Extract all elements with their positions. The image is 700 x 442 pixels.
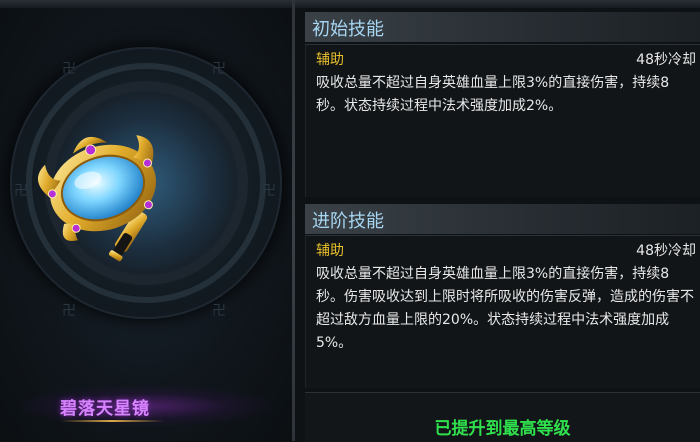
advanced-skill-title: 进阶技能 — [312, 211, 384, 232]
rune-glyph: 卍 — [212, 303, 226, 319]
rune-glyph: 卍 — [212, 61, 226, 77]
initial-skill-title: 初始技能 — [312, 19, 384, 40]
rune-glyph: 卍 — [262, 183, 276, 199]
max-level-status: 已提升到最高等级 — [434, 419, 571, 439]
advanced-skill-cooldown: 48秒冷却 — [636, 243, 696, 259]
item-name-underline — [60, 420, 164, 422]
rune-glyph: 卍 — [62, 61, 76, 77]
golden-mirror-icon[interactable] — [25, 118, 185, 268]
initial-skill-description: 吸收总量不超过自身英雄血量上限3%的直接伤害，持续8秒。状态持续过程中法术强度加… — [316, 75, 670, 114]
rune-glyph: 卍 — [62, 303, 76, 319]
item-name: 碧落天星镜 — [60, 399, 150, 419]
top-frame-strip — [0, 0, 700, 8]
initial-skill-type: 辅助 — [316, 52, 344, 68]
initial-skill-cooldown: 48秒冷却 — [636, 52, 696, 68]
advanced-skill-type: 辅助 — [316, 243, 344, 259]
advanced-skill-description: 吸收总量不超过自身英雄血量上限3%的直接伤害，持续8秒。伤害吸收达到上限时将所吸… — [316, 266, 694, 351]
